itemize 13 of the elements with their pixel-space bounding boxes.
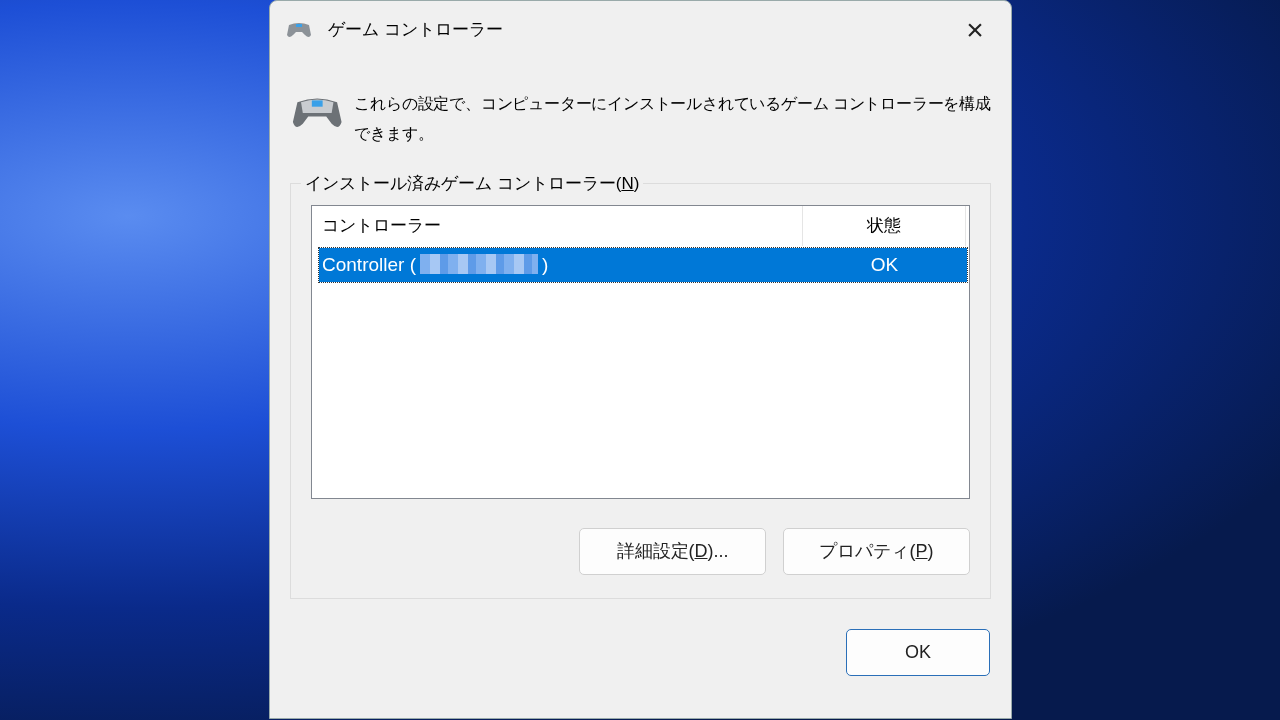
dialog-button[interactable]: 詳細設定(D)...	[579, 528, 766, 575]
controller-row[interactable]: Controller ( ) OK	[319, 248, 967, 282]
dialog-button[interactable]: OK	[846, 629, 990, 676]
dialog-button[interactable]: プロパティ(P)	[783, 528, 970, 575]
close-button[interactable]: ×	[955, 12, 995, 48]
controller-name-text: Controller (	[322, 254, 416, 275]
closing-paren-text: )	[542, 254, 549, 275]
gamepad-icon	[286, 21, 312, 39]
column-header[interactable]: コントローラー	[312, 206, 803, 246]
column-header[interactable]: 状態	[803, 206, 966, 246]
window-title: ゲーム コントローラー	[328, 19, 504, 42]
status-text: OK	[869, 253, 900, 277]
description-text: これらの設定で、コンピューターにインストールされているゲーム コントローラーを構成できます。	[354, 94, 992, 144]
